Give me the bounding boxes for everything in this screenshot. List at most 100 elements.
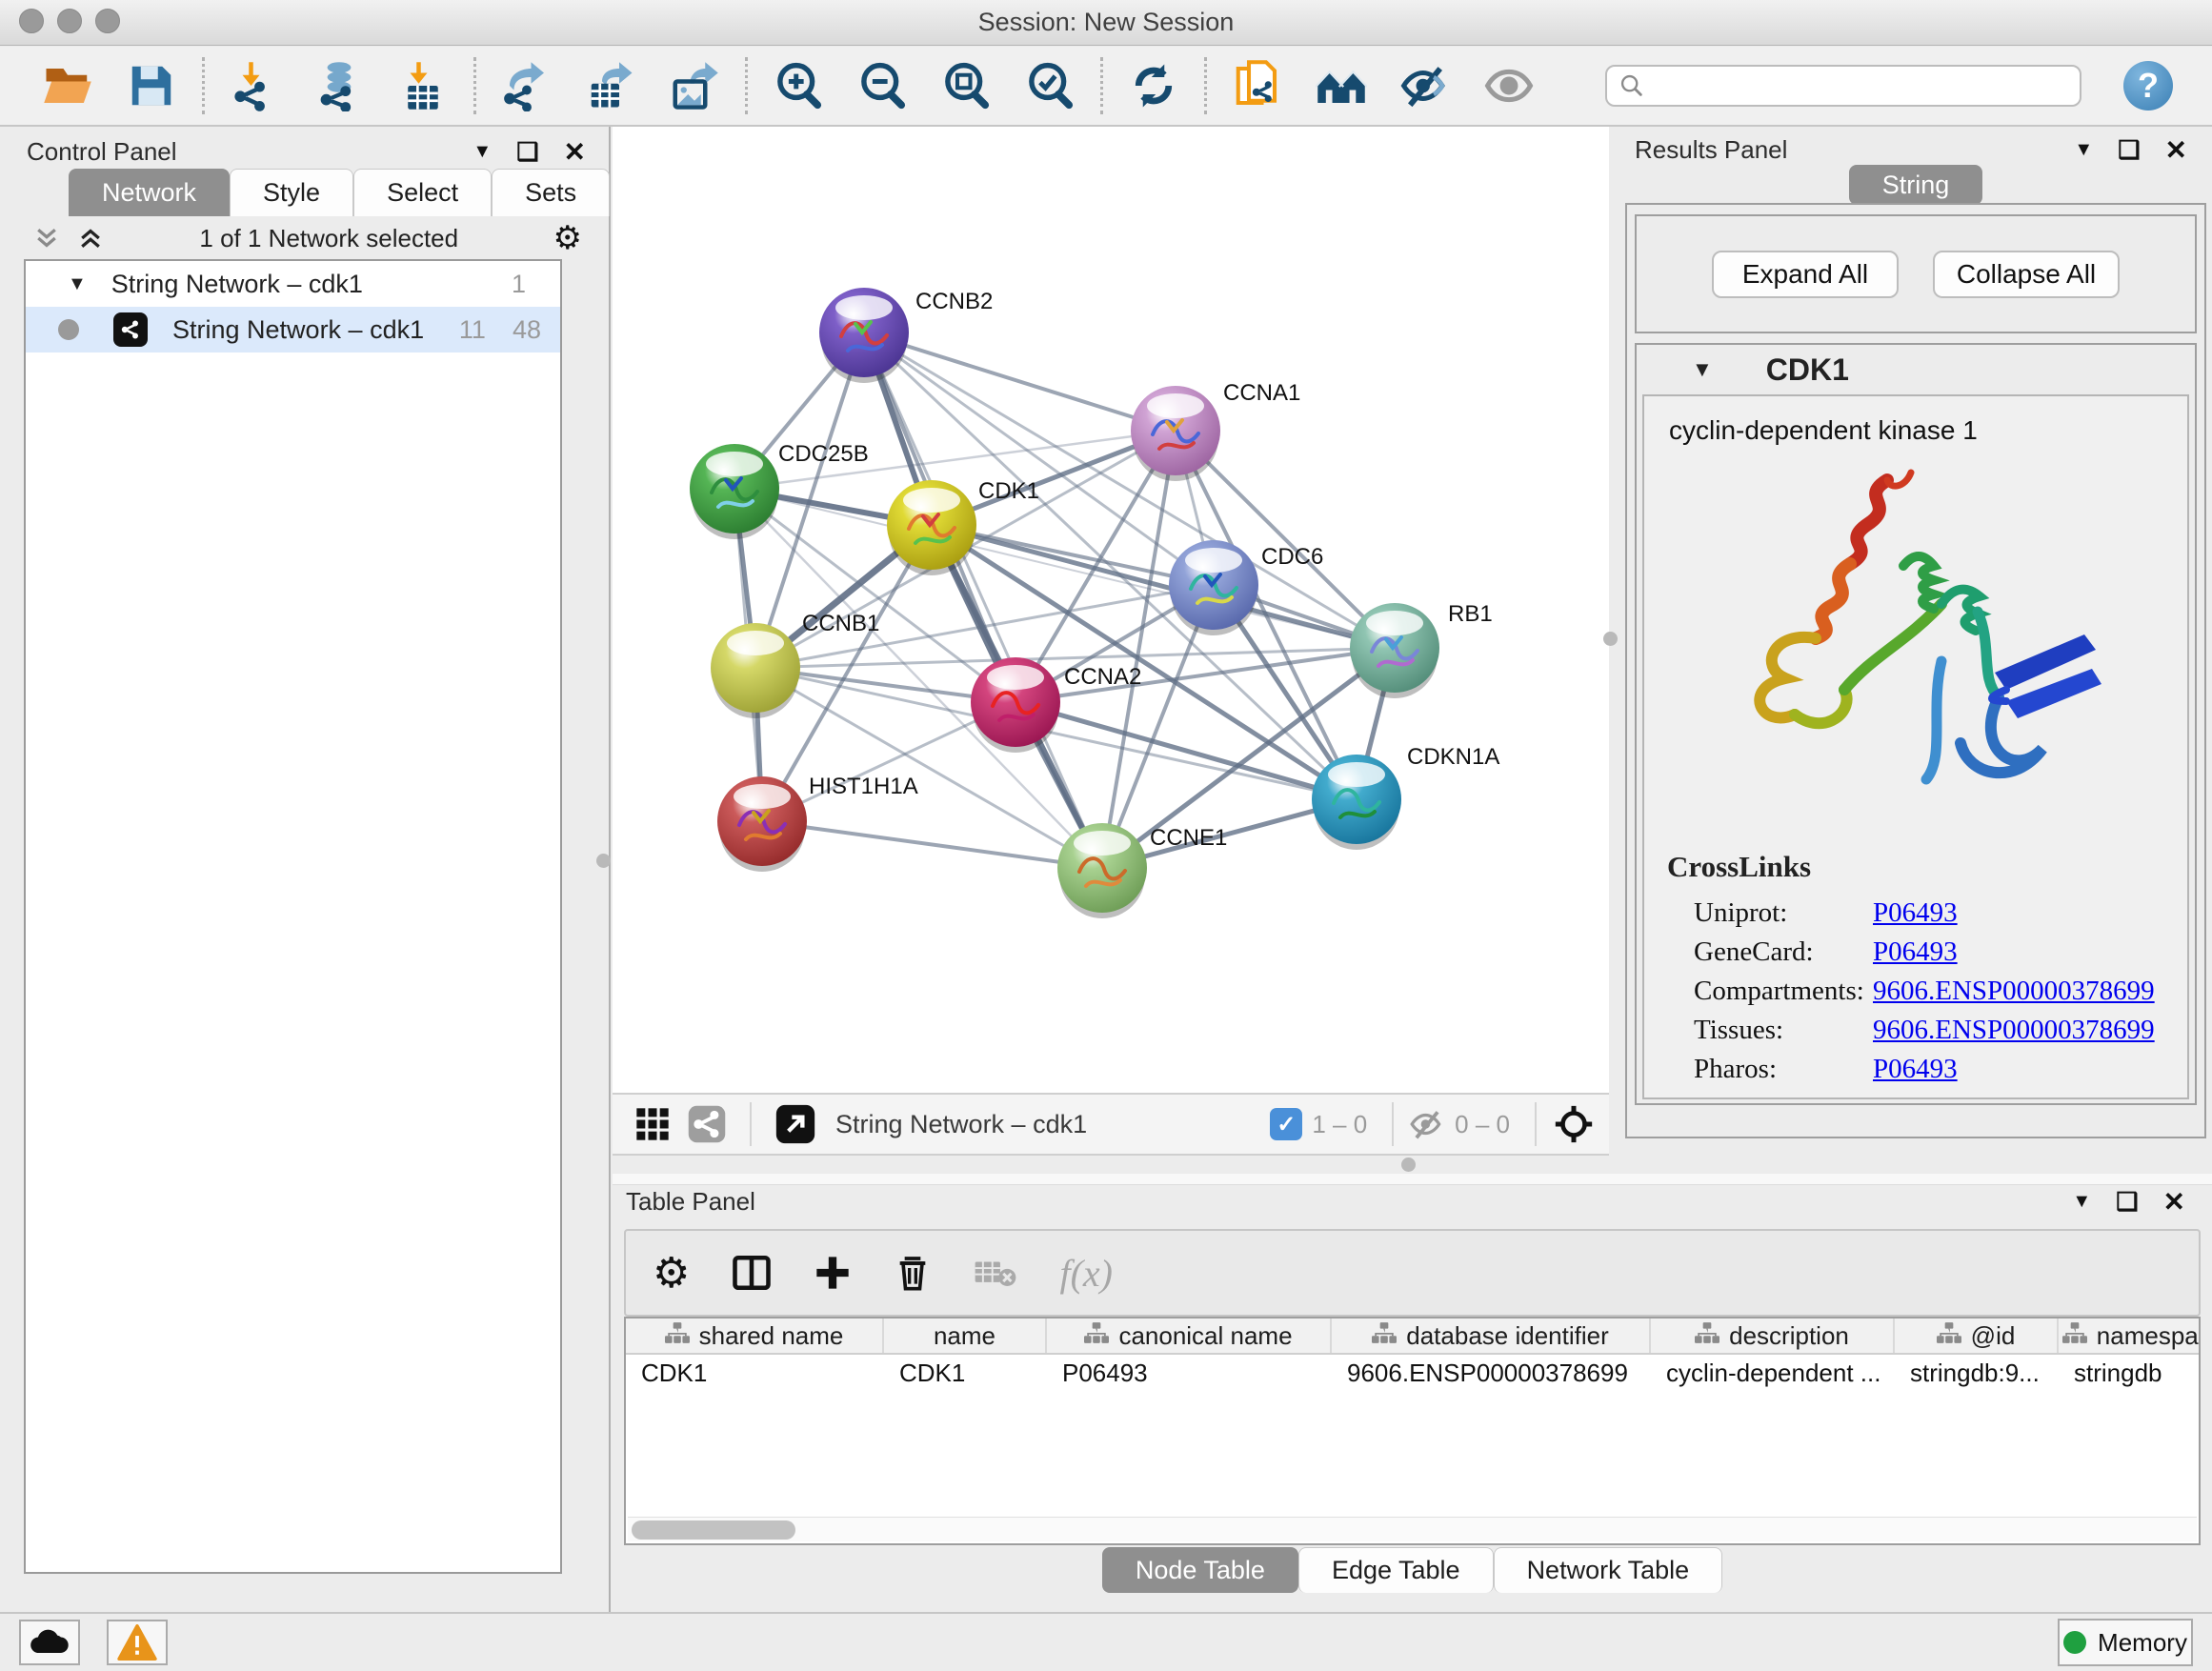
import-network-from-file-button[interactable] [228, 58, 283, 113]
edge-CDK1-RB1[interactable] [932, 525, 1395, 648]
table-row[interactable]: CDK1CDK1P064939606.ENSP00000378699cyclin… [626, 1355, 2199, 1391]
node-CCNA1[interactable]: CCNA1 [1131, 380, 1300, 481]
panel-close-icon[interactable]: ✕ [2163, 1186, 2185, 1218]
crosslink-link[interactable]: 9606.ENSP00000378699 [1873, 1015, 2155, 1046]
panel-float-icon[interactable]: ❑ [2118, 135, 2140, 165]
import-network-from-database-button[interactable] [312, 58, 367, 113]
open-session-button[interactable] [40, 58, 95, 113]
first-neighbors-button[interactable] [1314, 58, 1369, 113]
tab-network[interactable]: Network [69, 169, 230, 216]
hide-selected-button[interactable] [1398, 58, 1453, 113]
gene-section-header[interactable]: ▼ CDK1 [1637, 345, 2195, 394]
section-collapse-icon[interactable]: ▼ [1692, 357, 1713, 382]
save-session-button[interactable] [124, 58, 179, 113]
table-tab-node-table[interactable]: Node Table [1102, 1547, 1298, 1593]
collapse-all-icon[interactable] [32, 224, 61, 252]
crosslink-link[interactable]: P06493 [1873, 1054, 1958, 1085]
collapse-all-button[interactable]: Collapse All [1933, 251, 2120, 298]
export-table-button[interactable] [583, 58, 638, 113]
column-header-namespace[interactable]: namespace [2059, 1319, 2201, 1353]
table-tab-network-table[interactable]: Network Table [1494, 1547, 1723, 1593]
table-cell[interactable]: CDK1 [884, 1355, 1047, 1391]
refresh-button[interactable] [1126, 58, 1181, 113]
vertical-splitter-knob[interactable] [1603, 632, 1618, 646]
table-tab-edge-table[interactable]: Edge Table [1298, 1547, 1494, 1593]
node-table[interactable]: shared namenamecanonical namedatabase id… [624, 1317, 2201, 1545]
column-header-name[interactable]: name [884, 1319, 1047, 1353]
table-cell[interactable]: 9606.ENSP00000378699 [1332, 1355, 1651, 1391]
delete-column-icon[interactable] [894, 1254, 932, 1292]
left-splitter-knob[interactable] [596, 854, 611, 868]
panel-float-icon[interactable]: ❑ [516, 137, 538, 167]
column-header-shared-name[interactable]: shared name [626, 1319, 884, 1353]
scrollbar-thumb[interactable] [632, 1520, 795, 1540]
add-column-icon[interactable] [814, 1254, 852, 1292]
network-canvas[interactable]: CCNB2CCNA1CDC25BCDK1CDC6RB1CCNB1CCNA2CDK… [613, 127, 1609, 1093]
search-input[interactable] [1653, 70, 2068, 102]
panel-menu-icon[interactable]: ▼ [2072, 1191, 2091, 1213]
zoom-out-button[interactable] [855, 58, 910, 113]
show-columns-icon[interactable] [732, 1253, 772, 1293]
network-row-selected[interactable]: String Network – cdk1 11 48 [26, 307, 560, 352]
node-CCNA2[interactable]: CCNA2 [971, 657, 1141, 753]
clone-network-button[interactable] [1230, 58, 1285, 113]
panel-close-icon[interactable]: ✕ [2165, 134, 2187, 166]
open-in-window-icon[interactable] [774, 1103, 816, 1145]
zoom-in-button[interactable] [771, 58, 826, 113]
splitter-knob[interactable] [1401, 1158, 1416, 1172]
node-CCNB2[interactable]: CCNB2 [819, 288, 993, 383]
network-options-gear-icon[interactable]: ⚙ [553, 219, 582, 257]
horizontal-splitter[interactable] [613, 1156, 1612, 1174]
tab-style[interactable]: Style [230, 169, 353, 216]
birds-eye-crosshair-icon[interactable] [1552, 1102, 1596, 1146]
table-cell[interactable]: stringdb [2059, 1355, 2201, 1391]
collection-expand-icon[interactable]: ▼ [68, 273, 87, 295]
network-collection-row[interactable]: ▼ String Network – cdk1 1 [26, 261, 560, 307]
expand-all-icon[interactable] [76, 224, 105, 252]
crosslink-link[interactable]: P06493 [1873, 897, 1958, 929]
warnings-button[interactable] [107, 1620, 168, 1665]
expand-all-button[interactable]: Expand All [1712, 251, 1899, 298]
show-all-button[interactable] [1481, 58, 1537, 113]
network-share-badge-icon[interactable] [687, 1104, 727, 1144]
help-button[interactable]: ? [2123, 61, 2173, 111]
column-header-@id[interactable]: @id [1895, 1319, 2059, 1353]
tab-select[interactable]: Select [353, 169, 492, 216]
selected-checkbox-icon[interactable]: ✓ [1270, 1108, 1302, 1140]
grid-view-icon[interactable] [633, 1105, 672, 1143]
crosslink-link[interactable]: 9606.ENSP00000378699 [1873, 976, 2155, 1007]
panel-menu-icon[interactable]: ▼ [473, 141, 492, 163]
node-CDC25B[interactable]: CDC25B [690, 441, 869, 539]
tab-sets[interactable]: Sets [492, 169, 610, 216]
status-bar: Memory [0, 1612, 2212, 1671]
edge-CCNB2-CCNA1[interactable] [864, 332, 1176, 431]
hidden-eye-slash-icon[interactable] [1409, 1106, 1445, 1142]
column-header-database-identifier[interactable]: database identifier [1332, 1319, 1651, 1353]
node-RB1[interactable]: RB1 [1350, 601, 1493, 698]
results-tab-string[interactable]: String [1849, 165, 1983, 205]
export-network-button[interactable] [499, 58, 554, 113]
node-CDK1[interactable]: CDK1 [887, 478, 1039, 575]
search-field[interactable] [1605, 65, 2081, 107]
table-cell[interactable]: stringdb:9... [1895, 1355, 2059, 1391]
table-settings-gear-icon[interactable]: ⚙ [653, 1249, 690, 1298]
zoom-fit-button[interactable] [938, 58, 994, 113]
export-image-button[interactable] [667, 58, 722, 113]
node-HIST1H1A[interactable]: HIST1H1A [717, 774, 918, 872]
panel-float-icon[interactable]: ❑ [2116, 1187, 2138, 1217]
edge-HIST1H1A-CCNE1[interactable] [762, 821, 1102, 868]
column-header-canonical-name[interactable]: canonical name [1047, 1319, 1332, 1353]
table-cell[interactable]: cyclin-dependent ... [1651, 1355, 1895, 1391]
panel-menu-icon[interactable]: ▼ [2074, 139, 2093, 161]
memory-button[interactable]: Memory [2058, 1619, 2193, 1666]
column-header-description[interactable]: description [1651, 1319, 1895, 1353]
import-table-from-file-button[interactable] [395, 58, 451, 113]
zoom-selected-button[interactable] [1022, 58, 1077, 113]
table-horizontal-scrollbar[interactable] [628, 1517, 2197, 1541]
table-cell[interactable]: CDK1 [626, 1355, 884, 1391]
table-cell[interactable]: P06493 [1047, 1355, 1332, 1391]
panel-close-icon[interactable]: ✕ [564, 136, 586, 168]
node-CDKN1A[interactable]: CDKN1A [1312, 744, 1499, 850]
crosslink-link[interactable]: P06493 [1873, 936, 1958, 968]
cloud-status-button[interactable] [19, 1620, 80, 1665]
